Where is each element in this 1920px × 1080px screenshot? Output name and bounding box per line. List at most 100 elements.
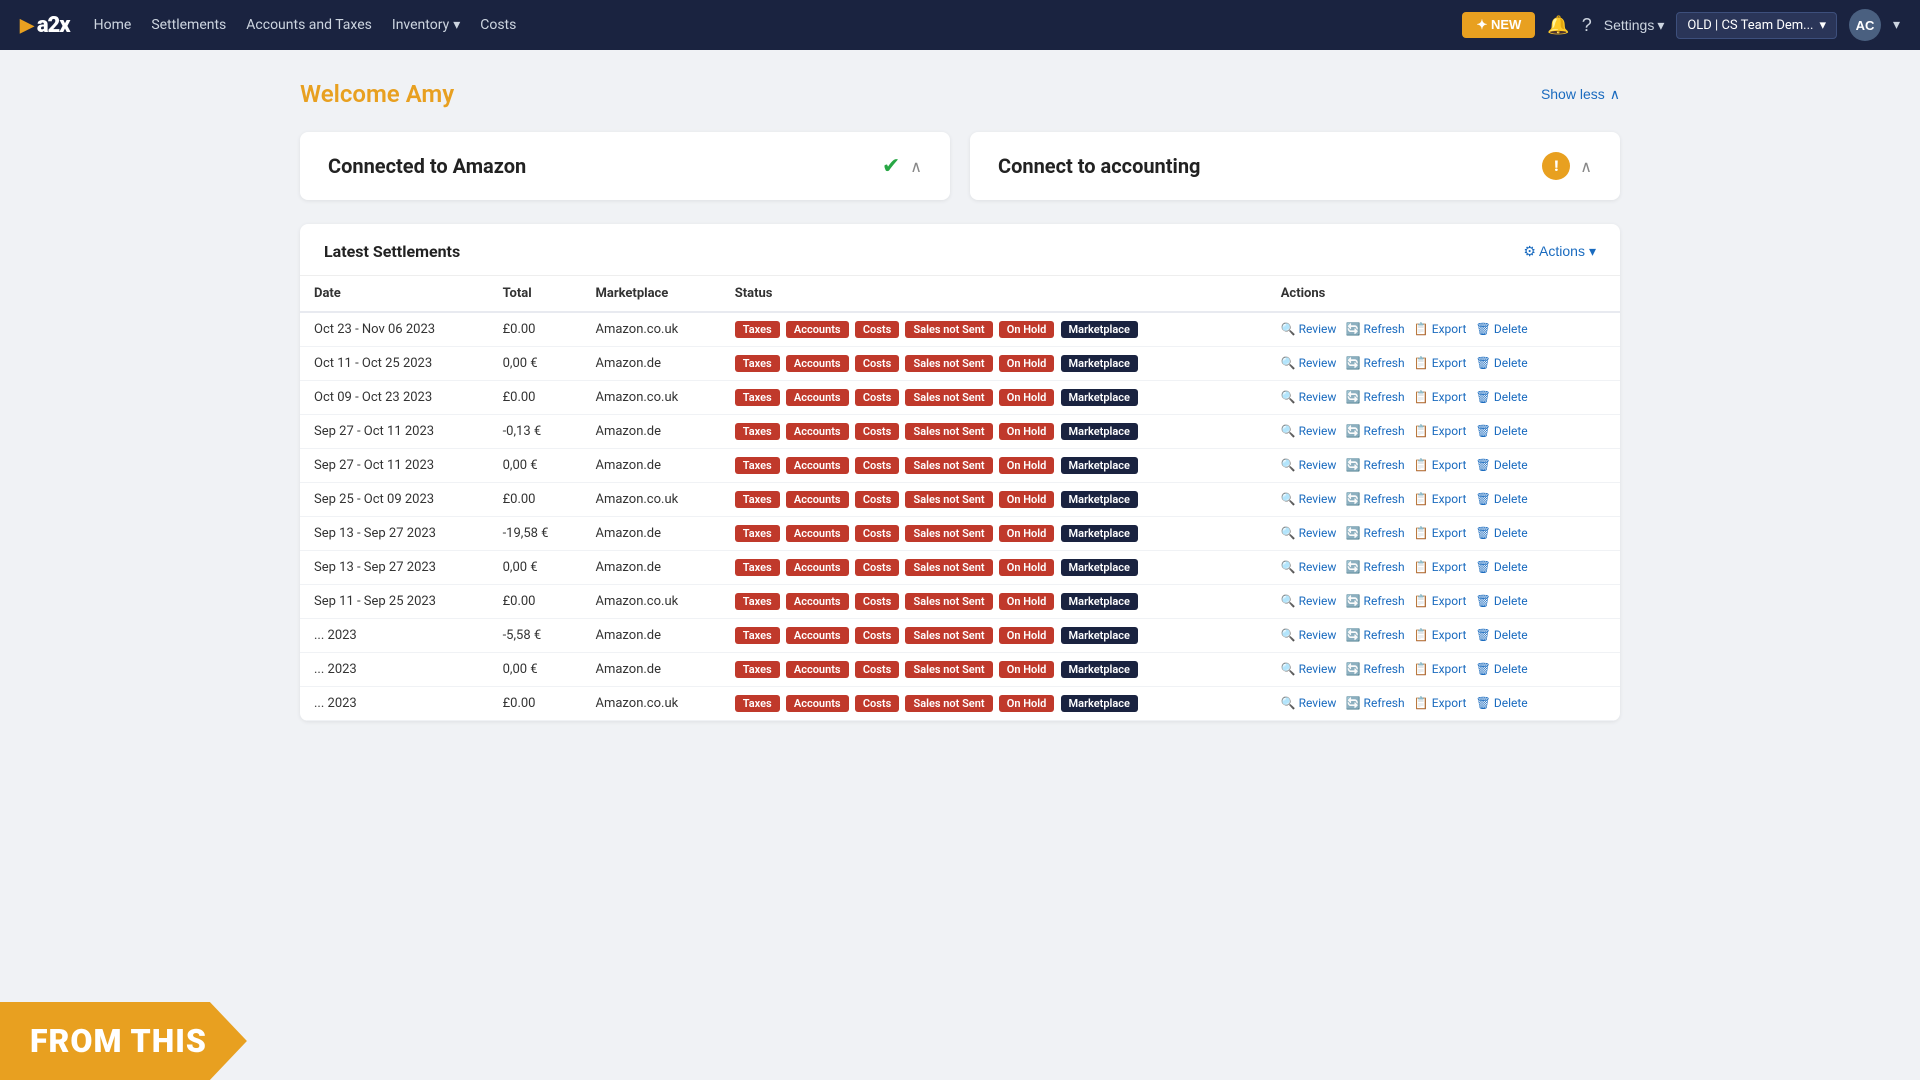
table-row: Sep 11 - Sep 25 2023 £0.00 Amazon.co.uk … [300, 585, 1620, 619]
actions-dropdown-button[interactable]: ⚙ Actions ▾ [1523, 243, 1596, 260]
delete-link[interactable]: 🗑 Delete [1476, 390, 1528, 404]
new-button[interactable]: ✦ NEW [1462, 12, 1535, 38]
delete-link[interactable]: 🗑 Delete [1476, 424, 1528, 438]
export-link[interactable]: 📋 Export [1414, 594, 1467, 608]
export-link[interactable]: 📋 Export [1414, 322, 1467, 336]
cell-actions: 🔍 Review 🔄 Refresh 📋 Export 🗑 Delete [1267, 449, 1620, 483]
nav-inventory[interactable]: Inventory ▾ [392, 17, 460, 33]
cell-marketplace: Amazon.co.uk [581, 483, 720, 517]
badge-taxes: Taxes [735, 423, 780, 440]
refresh-link[interactable]: 🔄 Refresh [1346, 594, 1405, 608]
table-row: ... 2023 £0.00 Amazon.co.uk Taxes Accoun… [300, 687, 1620, 721]
badge-costs: Costs [855, 695, 899, 712]
nav-actions: ✦ NEW 🔔 ? Settings ▾ OLD | CS Team Dem..… [1462, 9, 1900, 41]
badge-marketplace: Marketplace [1061, 457, 1138, 474]
export-link[interactable]: 📋 Export [1414, 662, 1467, 676]
review-link[interactable]: 🔍 Review [1281, 458, 1337, 472]
badge-sales-not-sent: Sales not Sent [905, 457, 992, 474]
review-link[interactable]: 🔍 Review [1281, 322, 1337, 336]
cell-marketplace: Amazon.de [581, 449, 720, 483]
refresh-link[interactable]: 🔄 Refresh [1346, 526, 1405, 540]
nav-accounts[interactable]: Accounts and Taxes [246, 17, 372, 33]
review-link[interactable]: 🔍 Review [1281, 492, 1337, 506]
chevron-up-icon[interactable]: ∧ [910, 157, 922, 176]
refresh-link[interactable]: 🔄 Refresh [1346, 492, 1405, 506]
export-link[interactable]: 📋 Export [1414, 356, 1467, 370]
cell-date: ... 2023 [300, 687, 489, 721]
refresh-link[interactable]: 🔄 Refresh [1346, 662, 1405, 676]
help-icon[interactable]: ? [1582, 15, 1592, 36]
delete-link[interactable]: 🗑 Delete [1476, 458, 1528, 472]
refresh-link[interactable]: 🔄 Refresh [1346, 696, 1405, 710]
cell-status: Taxes Accounts Costs Sales not Sent On H… [721, 687, 1267, 721]
delete-link[interactable]: 🗑 Delete [1476, 560, 1528, 574]
review-link[interactable]: 🔍 Review [1281, 662, 1337, 676]
refresh-link[interactable]: 🔄 Refresh [1346, 356, 1405, 370]
review-link[interactable]: 🔍 Review [1281, 696, 1337, 710]
nav-settlements[interactable]: Settlements [151, 17, 226, 33]
cell-date: ... 2023 [300, 653, 489, 687]
delete-link[interactable]: 🗑 Delete [1476, 662, 1528, 676]
review-link[interactable]: 🔍 Review [1281, 356, 1337, 370]
cell-actions: 🔍 Review 🔄 Refresh 📋 Export 🗑 Delete [1267, 619, 1620, 653]
cell-marketplace: Amazon.de [581, 551, 720, 585]
badge-on-hold: On Hold [999, 321, 1055, 338]
delete-link[interactable]: 🗑 Delete [1476, 356, 1528, 370]
cell-total: £0.00 [489, 585, 582, 619]
badge-on-hold: On Hold [999, 525, 1055, 542]
cell-actions: 🔍 Review 🔄 Refresh 📋 Export 🗑 Delete [1267, 653, 1620, 687]
refresh-link[interactable]: 🔄 Refresh [1346, 458, 1405, 472]
badge-on-hold: On Hold [999, 423, 1055, 440]
avatar-button[interactable]: AC [1849, 9, 1881, 41]
badge-sales-not-sent: Sales not Sent [905, 593, 992, 610]
refresh-link[interactable]: 🔄 Refresh [1346, 628, 1405, 642]
export-link[interactable]: 📋 Export [1414, 526, 1467, 540]
export-link[interactable]: 📋 Export [1414, 628, 1467, 642]
settings-dropdown[interactable]: Settings ▾ [1604, 17, 1665, 34]
delete-link[interactable]: 🗑 Delete [1476, 594, 1528, 608]
export-link[interactable]: 📋 Export [1414, 390, 1467, 404]
nav-costs[interactable]: Costs [480, 17, 516, 33]
cell-status: Taxes Accounts Costs Sales not Sent On H… [721, 347, 1267, 381]
review-link[interactable]: 🔍 Review [1281, 628, 1337, 642]
export-link[interactable]: 📋 Export [1414, 424, 1467, 438]
cell-marketplace: Amazon.co.uk [581, 687, 720, 721]
warning-icon: ! [1542, 152, 1570, 180]
badge-taxes: Taxes [735, 593, 780, 610]
badge-accounts: Accounts [786, 491, 849, 508]
delete-link[interactable]: 🗑 Delete [1476, 696, 1528, 710]
account-selector[interactable]: OLD | CS Team Dem... ▾ [1676, 12, 1837, 39]
bell-icon[interactable]: 🔔 [1547, 15, 1569, 36]
cell-total: 0,00 € [489, 449, 582, 483]
delete-link[interactable]: 🗑 Delete [1476, 628, 1528, 642]
refresh-link[interactable]: 🔄 Refresh [1346, 560, 1405, 574]
refresh-link[interactable]: 🔄 Refresh [1346, 322, 1405, 336]
export-link[interactable]: 📋 Export [1414, 492, 1467, 506]
badge-marketplace: Marketplace [1061, 559, 1138, 576]
refresh-link[interactable]: 🔄 Refresh [1346, 424, 1405, 438]
delete-link[interactable]: 🗑 Delete [1476, 492, 1528, 506]
review-link[interactable]: 🔍 Review [1281, 390, 1337, 404]
badge-accounts: Accounts [786, 355, 849, 372]
badge-costs: Costs [855, 559, 899, 576]
show-less-button[interactable]: Show less ∧ [1541, 86, 1620, 103]
refresh-link[interactable]: 🔄 Refresh [1346, 390, 1405, 404]
review-link[interactable]: 🔍 Review [1281, 526, 1337, 540]
chevron-up-icon[interactable]: ∧ [1580, 157, 1592, 176]
review-link[interactable]: 🔍 Review [1281, 594, 1337, 608]
delete-link[interactable]: 🗑 Delete [1476, 526, 1528, 540]
badge-taxes: Taxes [735, 389, 780, 406]
export-link[interactable]: 📋 Export [1414, 696, 1467, 710]
logo-arrow: ▶ [20, 15, 33, 36]
amazon-card: Connected to Amazon ✔ ∧ [300, 132, 950, 200]
chevron-down-icon: ▾ [453, 17, 460, 33]
delete-link[interactable]: 🗑 Delete [1476, 322, 1528, 336]
nav-home[interactable]: Home [94, 17, 132, 33]
badge-sales-not-sent: Sales not Sent [905, 321, 992, 338]
review-link[interactable]: 🔍 Review [1281, 560, 1337, 574]
review-link[interactable]: 🔍 Review [1281, 424, 1337, 438]
logo[interactable]: ▶ a2x [20, 13, 70, 38]
export-link[interactable]: 📋 Export [1414, 560, 1467, 574]
export-link[interactable]: 📋 Export [1414, 458, 1467, 472]
chevron-down-icon: ▾ [1589, 243, 1596, 260]
